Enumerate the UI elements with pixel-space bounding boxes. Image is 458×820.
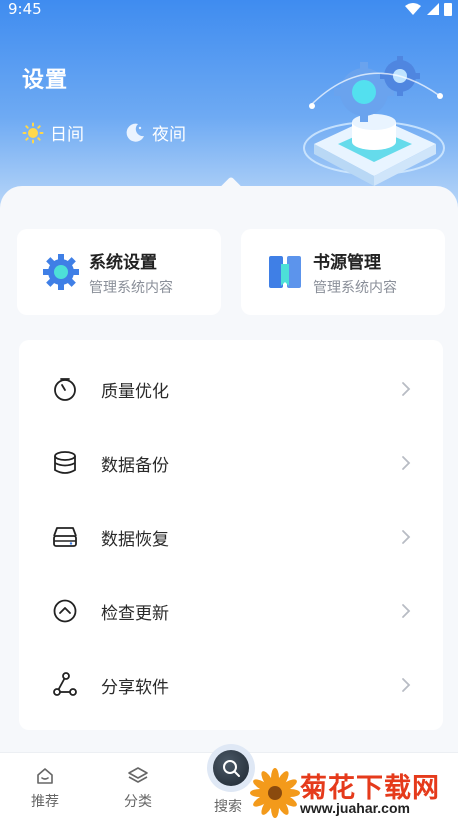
card-subtitle: 管理系统内容 [89, 279, 173, 296]
settings-menu: 质量优化 数据备份 数据恢复 检查更新 分享软件 [19, 340, 443, 730]
menu-item-backup[interactable]: 数据备份 [19, 426, 443, 500]
server-icon [53, 527, 77, 547]
chevron-right-icon [402, 678, 411, 692]
wifi-icon [405, 3, 421, 15]
search-fab-inner [213, 750, 249, 786]
chrysanthemum-logo [250, 768, 300, 818]
tab-category[interactable]: 分类 [108, 765, 168, 811]
battery-icon [444, 3, 452, 16]
chevron-right-icon [402, 456, 411, 470]
menu-item-share[interactable]: 分享软件 [19, 648, 443, 722]
day-mode-button[interactable]: 日间 [22, 120, 84, 145]
chevron-right-icon [402, 382, 411, 396]
home-icon [37, 768, 53, 784]
menu-item-restore[interactable]: 数据恢复 [19, 500, 443, 574]
signal-icon [427, 3, 439, 15]
tab-label: 推荐 [31, 794, 59, 810]
chevron-right-icon [402, 530, 411, 544]
settings-illustration [303, 56, 445, 186]
database-icon [54, 451, 76, 474]
menu-label: 质量优化 [101, 381, 169, 402]
day-mode-label: 日间 [50, 125, 84, 145]
card-title: 系统设置 [89, 252, 157, 273]
card-title: 书源管理 [313, 252, 381, 273]
gear-icon [43, 254, 79, 290]
system-settings-card[interactable]: 系统设置 管理系统内容 [17, 229, 221, 315]
menu-item-quality[interactable]: 质量优化 [19, 352, 443, 426]
chevron-right-icon [402, 604, 411, 618]
book-source-text: 书源管理 管理系统内容 [313, 248, 397, 297]
status-icons [404, 2, 452, 16]
status-bar: 9:45 [0, 0, 458, 22]
tab-recommend[interactable]: 推荐 [15, 765, 75, 811]
theme-mode-row: 日间 夜间 [22, 120, 186, 145]
search-icon [223, 760, 240, 777]
upgrade-icon [53, 599, 77, 623]
page-title: 设置 [22, 68, 69, 93]
share-icon [53, 672, 77, 696]
site-watermark: 菊花下载网 www.juahar.com [250, 764, 458, 820]
menu-item-update[interactable]: 检查更新 [19, 574, 443, 648]
tab-search-label: 搜索 [214, 799, 242, 815]
menu-label: 检查更新 [101, 603, 169, 624]
timer-icon [54, 378, 76, 401]
night-mode-button[interactable]: 夜间 [124, 120, 186, 145]
book-source-card[interactable]: 书源管理 管理系统内容 [241, 229, 445, 315]
menu-label: 分享软件 [101, 677, 169, 698]
tab-search-button[interactable] [207, 744, 255, 792]
layers-icon [128, 767, 148, 783]
card-subtitle: 管理系统内容 [313, 279, 397, 296]
system-settings-text: 系统设置 管理系统内容 [89, 248, 173, 297]
menu-label: 数据恢复 [101, 529, 169, 550]
sun-icon [22, 122, 44, 143]
watermark-url: www.juahar.com [300, 800, 410, 816]
book-icon [269, 256, 301, 288]
status-time: 9:45 [8, 0, 42, 18]
moon-icon [126, 123, 144, 142]
menu-label: 数据备份 [101, 455, 169, 476]
tab-label: 分类 [124, 794, 152, 810]
night-mode-label: 夜间 [152, 125, 186, 145]
